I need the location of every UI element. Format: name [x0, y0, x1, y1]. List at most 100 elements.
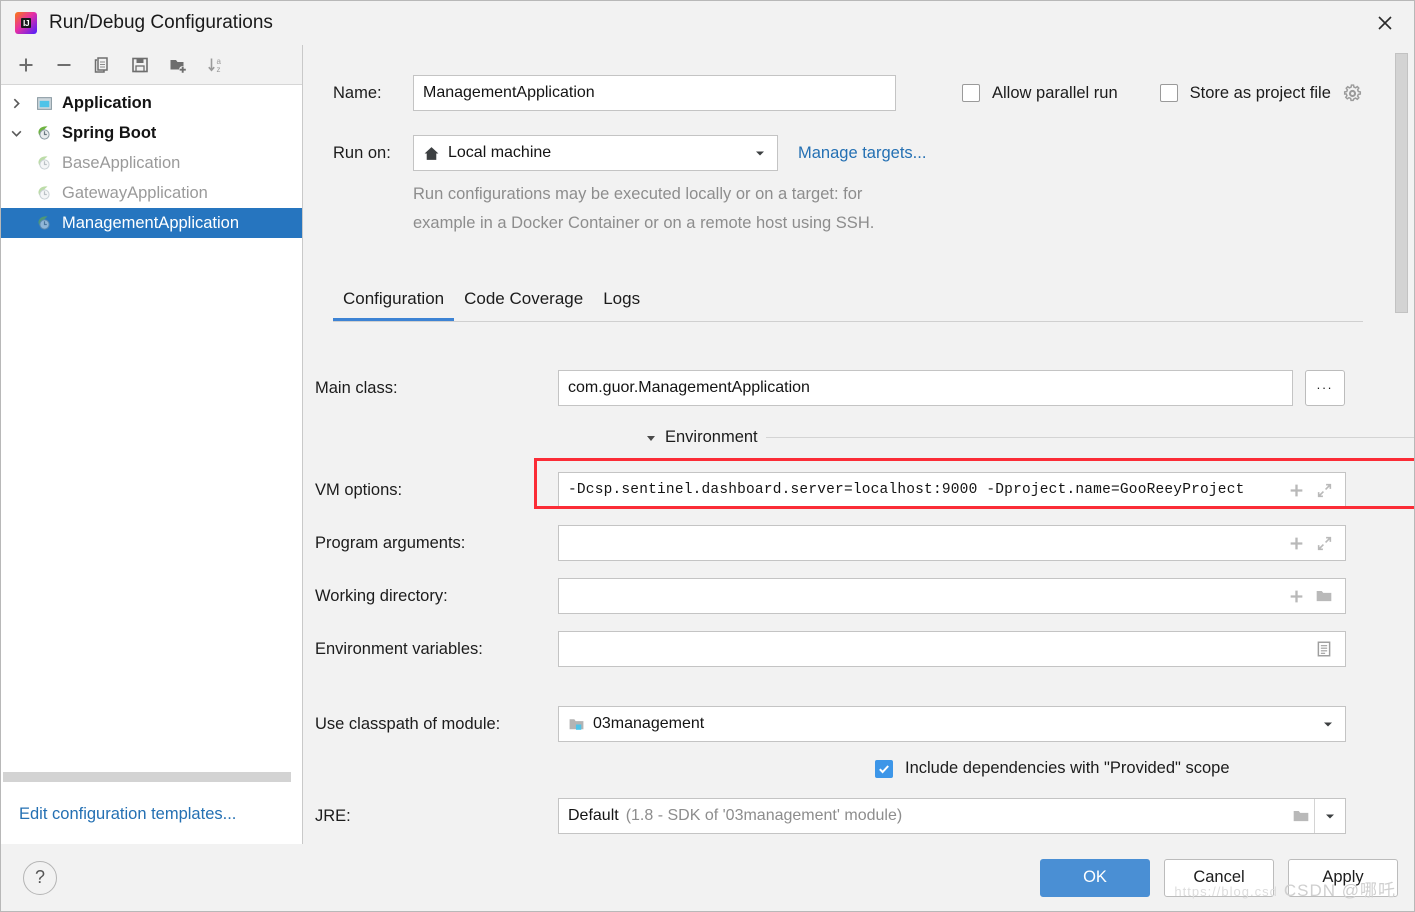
- dialog-title: Run/Debug Configurations: [49, 12, 273, 33]
- edit-configuration-templates-link[interactable]: Edit configuration templates...: [19, 805, 236, 824]
- chevron-down-icon[interactable]: [1315, 718, 1341, 730]
- question-mark-icon[interactable]: ?: [23, 860, 57, 895]
- tree-item-gatewayapplication[interactable]: GatewayApplication: [1, 178, 302, 208]
- configuration-tabs: Configuration Code Coverage Logs: [333, 285, 1363, 322]
- name-row: Name: ManagementApplication Allow parall…: [333, 75, 1414, 111]
- use-classpath-row: Use classpath of module: 03management: [315, 706, 1346, 742]
- folder-icon[interactable]: [1311, 582, 1337, 610]
- configuration-details-panel: Name: ManagementApplication Allow parall…: [303, 45, 1414, 844]
- triangle-down-icon[interactable]: [645, 432, 657, 444]
- configurations-tree[interactable]: Application Spring Boot BaseApplication …: [1, 85, 302, 770]
- sort-alphabetically-button[interactable]: a z: [199, 49, 233, 81]
- tree-item-label: ManagementApplication: [62, 213, 240, 232]
- environment-variables-label: Environment variables:: [315, 639, 483, 658]
- tab-configuration[interactable]: Configuration: [333, 285, 455, 321]
- plus-icon[interactable]: [1283, 529, 1309, 557]
- chevron-down-icon[interactable]: [1315, 802, 1345, 830]
- tree-item-application[interactable]: Application: [1, 88, 302, 118]
- apply-button[interactable]: Apply: [1288, 858, 1398, 897]
- environment-section-label: Environment: [665, 428, 758, 446]
- program-arguments-row: Program arguments:: [315, 525, 1346, 561]
- tree-item-spring-boot[interactable]: Spring Boot: [1, 118, 302, 148]
- tree-item-label: Spring Boot: [62, 123, 157, 142]
- expand-icon[interactable]: [1311, 476, 1337, 504]
- plus-icon[interactable]: [1283, 582, 1309, 610]
- tree-item-baseapplication[interactable]: BaseApplication: [1, 148, 302, 178]
- use-classpath-label: Use classpath of module:: [315, 714, 501, 733]
- spring-boot-icon: [31, 154, 57, 172]
- main-class-row: Main class: com.guor.ManagementApplicati…: [315, 370, 1345, 406]
- run-on-select[interactable]: Local machine: [413, 135, 778, 171]
- include-dependencies-label: Include dependencies with "Provided" sco…: [905, 759, 1230, 777]
- environment-section-header[interactable]: Environment: [645, 428, 1414, 447]
- run-on-label: Run on:: [333, 143, 391, 162]
- name-label: Name:: [333, 83, 382, 102]
- ok-button[interactable]: OK: [1040, 858, 1150, 897]
- store-as-project-file-row[interactable]: Store as project file: [1159, 83, 1362, 103]
- chevron-right-icon[interactable]: [1, 97, 31, 110]
- intellij-idea-logo-icon: [15, 12, 37, 34]
- vm-options-row: VM options: -Dcsp.sentinel.dashboard.ser…: [315, 472, 1346, 508]
- name-input[interactable]: ManagementApplication: [413, 75, 896, 111]
- gear-icon[interactable]: [1343, 83, 1362, 103]
- tree-item-label: Application: [62, 93, 152, 112]
- environment-variables-input[interactable]: [558, 631, 1346, 667]
- tree-item-label: BaseApplication: [62, 153, 181, 172]
- chevron-down-icon[interactable]: [747, 147, 773, 159]
- allow-parallel-run-label: Allow parallel run: [992, 83, 1118, 102]
- chevron-down-icon[interactable]: [1, 127, 31, 140]
- tree-item-managementapplication[interactable]: ManagementApplication: [1, 208, 302, 238]
- store-as-project-file-checkbox[interactable]: [1159, 84, 1178, 102]
- add-configuration-button[interactable]: [9, 49, 43, 81]
- use-classpath-select[interactable]: 03management: [558, 706, 1346, 742]
- module-icon: [568, 716, 585, 733]
- plus-icon[interactable]: [1283, 476, 1309, 504]
- spring-boot-icon: [31, 214, 57, 232]
- copy-configuration-button[interactable]: [85, 49, 119, 81]
- main-class-input[interactable]: com.guor.ManagementApplication: [558, 370, 1293, 406]
- jre-hint: (1.8 - SDK of '03management' module): [625, 807, 903, 824]
- working-directory-input[interactable]: [558, 578, 1346, 614]
- jre-row: JRE: Default (1.8 - SDK of '03management…: [315, 798, 1346, 834]
- store-as-project-file-label: Store as project file: [1189, 83, 1331, 102]
- title-bar: Run/Debug Configurations: [1, 1, 1414, 45]
- tabs-divider: [333, 321, 1363, 322]
- close-icon[interactable]: [1356, 1, 1414, 45]
- allow-parallel-run-row[interactable]: Allow parallel run: [962, 84, 1118, 103]
- include-dependencies-checkbox[interactable]: [875, 759, 893, 778]
- configurations-toolbar: a z: [1, 45, 302, 85]
- vm-options-value: -Dcsp.sentinel.dashboard.server=localhos…: [568, 482, 1245, 498]
- name-input-value: ManagementApplication: [423, 84, 595, 101]
- manage-targets-link[interactable]: Manage targets...: [798, 144, 926, 163]
- main-class-browse-button[interactable]: ...: [1305, 370, 1345, 406]
- scrollbar-thumb[interactable]: [1395, 53, 1408, 313]
- tab-code-coverage[interactable]: Code Coverage: [454, 285, 593, 321]
- folder-icon[interactable]: [1288, 802, 1314, 830]
- cancel-button[interactable]: Cancel: [1164, 858, 1274, 897]
- working-directory-label: Working directory:: [315, 586, 448, 605]
- run-debug-configurations-dialog: Run/Debug Configurations: [0, 0, 1415, 912]
- new-folder-button[interactable]: [161, 49, 195, 81]
- main-class-label: Main class:: [315, 378, 398, 397]
- scrollbar-thumb[interactable]: [3, 772, 291, 782]
- details-vertical-scrollbar[interactable]: [1395, 53, 1408, 834]
- include-dependencies-row[interactable]: Include dependencies with "Provided" sco…: [875, 759, 1230, 778]
- program-arguments-label: Program arguments:: [315, 533, 466, 552]
- jre-select[interactable]: Default (1.8 - SDK of '03management' mod…: [558, 798, 1346, 834]
- use-classpath-value: 03management: [593, 715, 705, 732]
- program-arguments-input[interactable]: [558, 525, 1346, 561]
- run-on-value: Local machine: [448, 144, 552, 161]
- vm-options-label: VM options:: [315, 480, 403, 499]
- allow-parallel-run-checkbox[interactable]: [962, 84, 980, 102]
- run-on-hint: Run configurations may be executed local…: [413, 180, 973, 238]
- run-on-hint-line2: example in a Docker Container or on a re…: [413, 214, 875, 232]
- expand-icon[interactable]: [1311, 529, 1337, 557]
- vm-options-input[interactable]: -Dcsp.sentinel.dashboard.server=localhos…: [558, 472, 1346, 508]
- spring-boot-icon: [31, 184, 57, 202]
- configurations-tree-horizontal-scrollbar[interactable]: [1, 770, 302, 784]
- remove-configuration-button[interactable]: [47, 49, 81, 81]
- jre-value: Default: [568, 807, 619, 824]
- list-icon[interactable]: [1311, 635, 1337, 663]
- save-configuration-button[interactable]: [123, 49, 157, 81]
- tab-logs[interactable]: Logs: [593, 285, 650, 321]
